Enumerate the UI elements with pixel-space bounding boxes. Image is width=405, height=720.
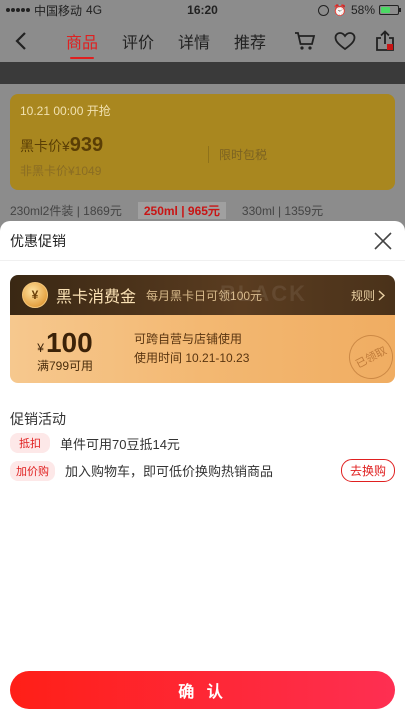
rules-label: 规则 — [350, 288, 375, 303]
tab-details[interactable]: 详情 — [178, 23, 210, 59]
black-card-price-label: 黑卡价¥ — [20, 138, 70, 154]
black-card-coupon[interactable]: ¥ 黑卡消费金 每月黑卡日可领100元 BLACK 规则 ¥ 100 满799可… — [10, 275, 395, 383]
coupon-body: ¥ 100 满799可用 可跨自营与店铺使用 使用时间 10.21-10.23 … — [10, 315, 395, 383]
promotion-text: 加入购物车，即可低价换购热销商品 — [65, 464, 274, 479]
heart-icon — [334, 32, 356, 51]
coupon-amount: ¥ 100 — [10, 327, 120, 359]
product-nav-bar: 商品 评价 详情 推荐 — [0, 20, 405, 62]
spec-options: 230ml2件装 | 1869元 250ml | 965元 330ml | 13… — [0, 202, 405, 219]
non-member-price: 非黑卡价¥1049 — [20, 164, 102, 178]
promotions-title: 促销活动 — [10, 411, 66, 427]
promotion-text: 单件可用70豆抵14元 — [60, 436, 180, 452]
spec-option[interactable]: 230ml2件装 | 1869元 — [10, 202, 122, 219]
promotion-item-addon: 加价购 加入购物车，即可低价换购热销商品 去换购 — [10, 459, 395, 482]
coupon-validity: 使用时间 10.21-10.23 — [134, 351, 250, 365]
coupon-scope: 可跨自营与店铺使用 — [134, 332, 243, 346]
tab-recommend[interactable]: 推荐 — [234, 23, 266, 59]
promotion-tag: 抵扣 — [10, 433, 50, 453]
share-icon — [376, 30, 394, 51]
chevron-right-icon — [378, 289, 385, 301]
battery-icon — [379, 5, 401, 15]
black-card-price-value: 939 — [69, 134, 104, 156]
carrier: 中国移动 — [34, 3, 83, 18]
currency-symbol: ¥ — [37, 340, 44, 355]
back-button[interactable] — [8, 26, 34, 56]
swap-purchase-button[interactable]: 去换购 — [340, 459, 395, 482]
cart-button[interactable] — [293, 29, 317, 53]
coupon-amount-block: ¥ 100 满799可用 — [10, 325, 120, 374]
alarm-icon: ⏰ — [333, 4, 347, 17]
activity-banner — [0, 62, 405, 84]
network-type: 4G — [86, 3, 103, 17]
promo-start-time: 10.21 00:00 开抢 — [20, 104, 111, 118]
promotion-tag: 加价购 — [10, 460, 55, 481]
share-button[interactable] — [373, 29, 397, 53]
spec-option[interactable]: 330ml | 1359元 — [242, 202, 323, 219]
status-bar: 中国移动 4G 16:20 ⏰ 58% — [0, 0, 405, 20]
coupon-threshold: 满799可用 — [36, 358, 94, 373]
tab-goods[interactable]: 商品 — [66, 23, 98, 59]
cart-icon — [295, 32, 316, 50]
spec-option-selected[interactable]: 250ml | 965元 — [137, 202, 226, 219]
price-promo-card: 10.21 00:00 开抢 黑卡价¥939 非黑卡价¥1049 限时包税 — [10, 94, 395, 190]
free-shipping-label: 限时包税 — [208, 146, 267, 163]
coupon-name: 黑卡消费金 — [56, 289, 137, 306]
signal-icon — [6, 8, 30, 12]
coupon-amount-value: 100 — [45, 326, 93, 358]
coupon-watermark: BLACK — [220, 281, 307, 306]
promotion-sheet: 优惠促销 ¥ 黑卡消费金 每月黑卡日可领100元 BLACK 规则 ¥ 100 … — [0, 221, 405, 720]
favorite-button[interactable] — [333, 29, 357, 53]
claimed-stamp: 已领取 — [341, 327, 395, 383]
sheet-title: 优惠促销 — [10, 232, 66, 249]
promotion-item-deduction: 抵扣 单件可用70豆抵14元 — [10, 433, 395, 453]
orientation-lock-icon — [318, 4, 330, 16]
coupon-header: ¥ 黑卡消费金 每月黑卡日可领100元 BLACK 规则 — [10, 275, 395, 315]
coin-icon: ¥ — [22, 282, 48, 308]
coupon-description: 可跨自营与店铺使用 使用时间 10.21-10.23 — [134, 330, 249, 368]
rules-link[interactable]: 规则 — [351, 287, 385, 304]
background-page: 中国移动 4G 16:20 ⏰ 58% 商品 评价 详情 推荐 10.21 00… — [0, 0, 405, 230]
close-icon — [374, 231, 392, 250]
back-arrow-icon — [15, 32, 26, 50]
close-button[interactable] — [371, 229, 395, 253]
battery-percent: 58% — [350, 3, 375, 17]
sheet-header: 优惠促销 — [0, 221, 405, 261]
confirm-button[interactable]: 确 认 — [10, 671, 395, 709]
black-card-price: 黑卡价¥939 — [20, 134, 103, 157]
tab-reviews[interactable]: 评价 — [122, 23, 154, 59]
